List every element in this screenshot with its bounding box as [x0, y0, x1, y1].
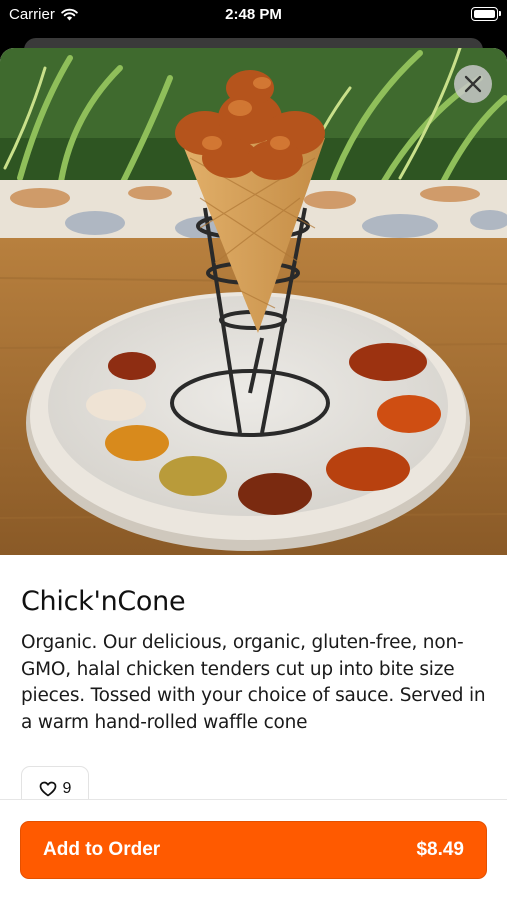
item-detail-sheet: Chick'nCone Organic. Our delicious, orga…	[0, 48, 507, 900]
close-button[interactable]	[454, 65, 492, 103]
add-to-order-button[interactable]: Add to Order $8.49	[20, 821, 487, 879]
order-footer: Add to Order $8.49	[0, 799, 507, 900]
item-photo-illustration	[0, 48, 507, 555]
heart-icon	[39, 781, 56, 797]
status-bar: Carrier 2:48 PM	[0, 0, 507, 32]
status-time: 2:48 PM	[225, 6, 282, 23]
add-to-order-label: Add to Order	[43, 839, 161, 860]
item-title: Chick'nCone	[21, 586, 186, 617]
item-price: $8.49	[416, 839, 464, 860]
battery-icon	[471, 7, 501, 21]
item-photo	[0, 48, 507, 555]
item-description: Organic. Our delicious, organic, gluten-…	[21, 632, 486, 733]
close-icon	[464, 75, 482, 93]
like-count: 9	[62, 780, 72, 797]
